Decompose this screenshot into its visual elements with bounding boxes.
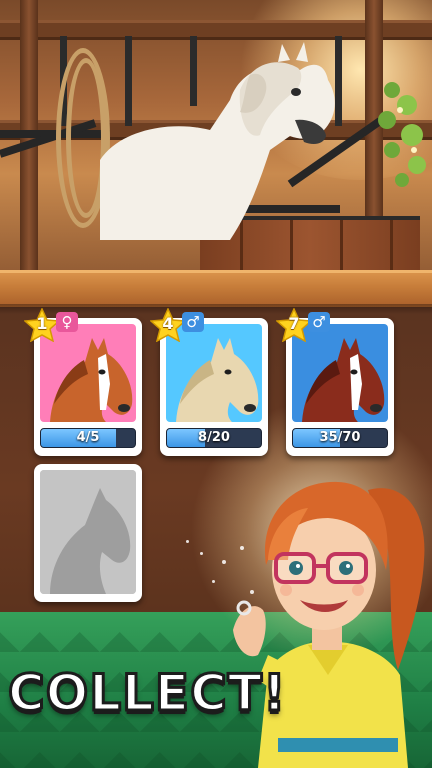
- horse-card[interactable]: 4/5 1 ♀: [24, 308, 142, 456]
- locked-horse-card[interactable]: [34, 464, 142, 602]
- horse-silhouette-icon: [40, 470, 136, 594]
- level-number: 1: [36, 314, 48, 333]
- gender-icon: ♂: [182, 312, 204, 332]
- level-number: 7: [288, 314, 300, 333]
- sparkle: [186, 540, 189, 543]
- sparkle: [212, 580, 215, 583]
- collect-banner: COLLECT!: [7, 663, 288, 724]
- stable-background: [0, 0, 432, 290]
- horse-card[interactable]: 35/70 7 ♂: [276, 308, 394, 456]
- locked-portrait: [40, 470, 136, 594]
- progress-text: 35/70: [319, 430, 361, 445]
- gender-icon: ♀: [56, 312, 78, 332]
- collection-progress-bar: 8/20: [166, 428, 262, 448]
- door-plank: [390, 220, 393, 276]
- horse-card[interactable]: 8/20 4 ♂: [150, 308, 268, 456]
- girl-character: [233, 481, 425, 768]
- sparkle: [200, 552, 203, 555]
- hanging-plant: [378, 82, 426, 187]
- collection-progress-bar: 35/70: [292, 428, 388, 448]
- progress-text: 8/20: [198, 430, 230, 445]
- level-number: 4: [162, 314, 174, 333]
- white-horse: [100, 42, 335, 240]
- sparkle: [222, 560, 226, 564]
- wooden-counter: [0, 270, 432, 307]
- gender-icon: ♂: [308, 312, 330, 332]
- sparkle: [240, 546, 244, 550]
- sparkle: [250, 590, 254, 594]
- collection-progress-bar: 4/5: [40, 428, 136, 448]
- progress-text: 4/5: [76, 430, 100, 445]
